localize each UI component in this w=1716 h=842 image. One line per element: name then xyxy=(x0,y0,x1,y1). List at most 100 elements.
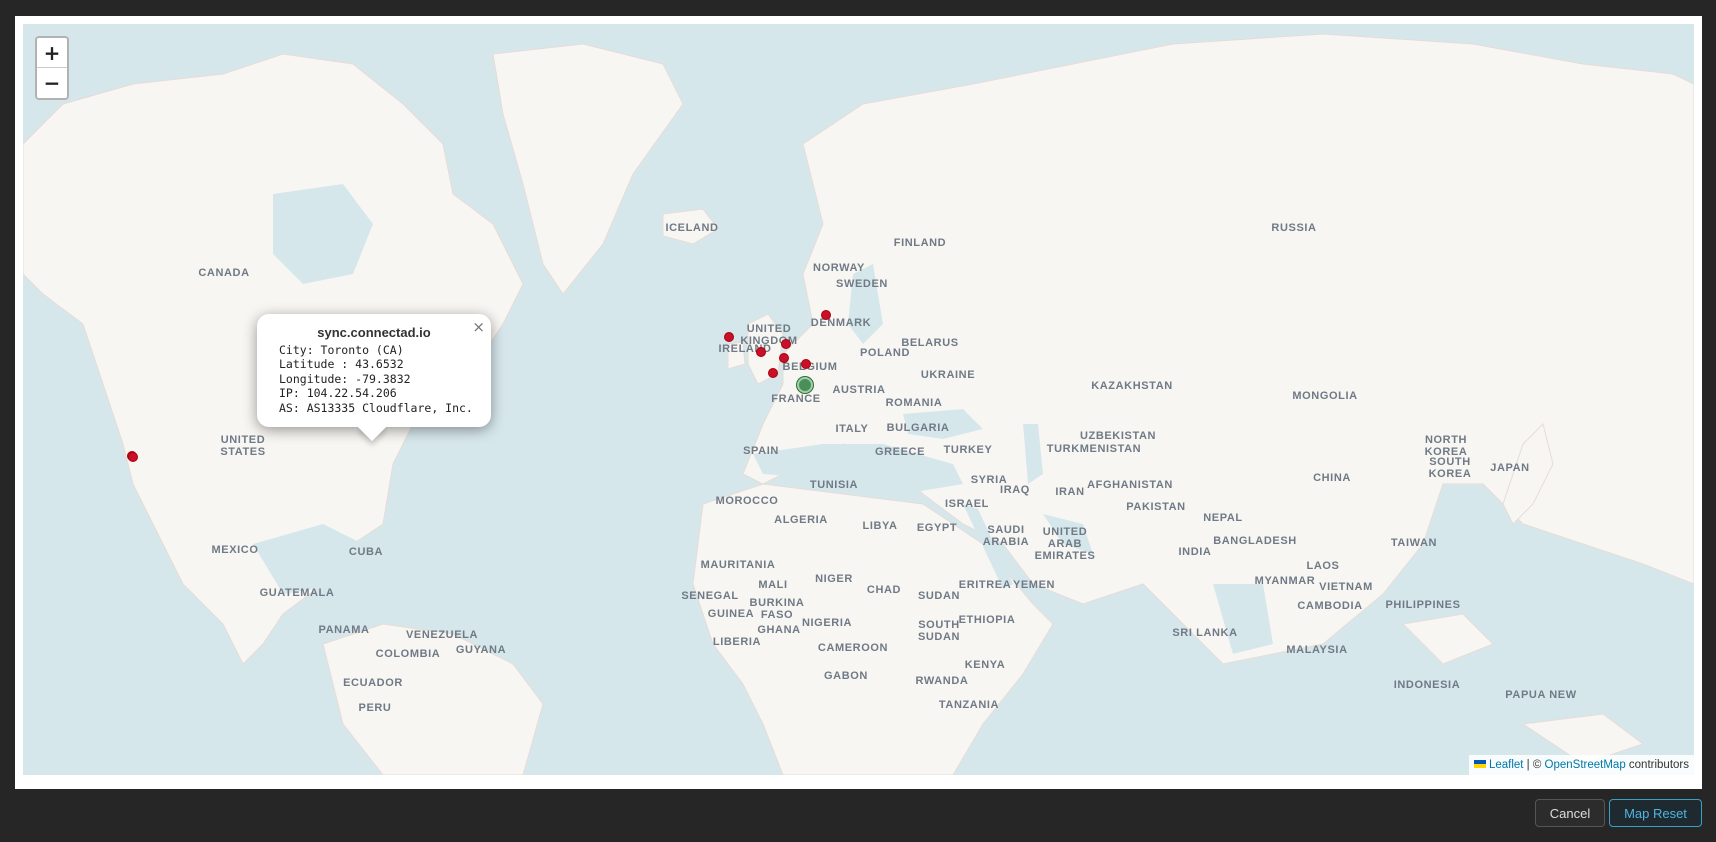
country-label: YEMEN xyxy=(1012,579,1056,591)
country-label: NIGERIA xyxy=(801,617,853,629)
country-label: KENYA xyxy=(964,659,1006,671)
country-label: SWEDEN xyxy=(836,278,888,290)
ukraine-flag-icon xyxy=(1473,759,1486,768)
country-label: VIETNAM xyxy=(1319,581,1373,593)
country-label: AUSTRIA xyxy=(832,384,886,396)
country-label: PAKISTAN xyxy=(1126,501,1186,513)
country-label: VENEZUELA xyxy=(405,629,479,641)
country-label: UNITED ARAB EMIRATES xyxy=(1034,526,1096,562)
home-location-marker[interactable] xyxy=(797,377,813,393)
country-label: MAURITANIA xyxy=(700,559,776,571)
country-label: INDIA xyxy=(1178,546,1212,558)
country-label: UZBEKISTAN xyxy=(1079,430,1157,442)
country-label: RWANDA xyxy=(915,675,969,687)
country-label: BURKINA FASO xyxy=(749,597,805,621)
country-label: FINLAND xyxy=(893,237,947,249)
country-label: PHILIPPINES xyxy=(1385,599,1461,611)
country-label: PAPUA NEW xyxy=(1505,689,1577,701)
country-label: SOUTH KOREA xyxy=(1428,456,1472,480)
country-label: FRANCE xyxy=(771,393,821,405)
close-icon[interactable]: × xyxy=(472,318,485,336)
location-popup: sync.connectad.io × City: Toronto (CA) L… xyxy=(257,314,491,442)
country-label: TURKMENISTAN xyxy=(1046,443,1142,455)
country-label: SRI LANKA xyxy=(1172,627,1238,639)
zoom-in-button[interactable]: + xyxy=(37,38,67,68)
country-label: MALAYSIA xyxy=(1286,644,1348,656)
country-label: MONGOLIA xyxy=(1292,390,1358,402)
country-label: GUINEA xyxy=(707,608,755,620)
country-label: NIGER xyxy=(815,573,853,585)
country-label: SPAIN xyxy=(743,445,779,457)
country-label: UKRAINE xyxy=(920,369,976,381)
country-label: ICELAND xyxy=(665,222,719,234)
cancel-button[interactable]: Cancel xyxy=(1535,799,1605,827)
country-label: BULGARIA xyxy=(886,422,950,434)
country-label: ISRAEL xyxy=(945,498,989,510)
country-label: EGYPT xyxy=(916,522,958,534)
popup-longitude: Longitude: -79.3832 xyxy=(279,371,411,386)
country-label: CHAD xyxy=(866,584,902,596)
zoom-control: + − xyxy=(35,36,69,100)
attribution-separator: | © xyxy=(1523,759,1545,771)
openstreetmap-link[interactable]: OpenStreetMap xyxy=(1545,759,1626,771)
country-label: AFGHANISTAN xyxy=(1087,479,1173,491)
world-map[interactable]: CANADA UNITED STATES MEXICO CUBA GUATEMALA PA… xyxy=(23,24,1694,775)
country-label: MALI xyxy=(758,579,788,591)
popup-city: City: Toronto (CA) xyxy=(279,343,404,357)
country-label: SUDAN xyxy=(917,590,961,602)
leaflet-link[interactable]: Leaflet xyxy=(1489,759,1524,771)
country-label: LIBYA xyxy=(862,520,898,532)
country-label: MEXICO xyxy=(211,544,259,556)
country-label: LAOS xyxy=(1306,560,1340,572)
map-frame: CANADA UNITED STATES MEXICO CUBA GUATEMALA PA… xyxy=(15,16,1702,789)
country-label: PANAMA xyxy=(318,624,370,636)
country-label: MOROCCO xyxy=(715,495,779,507)
country-label: NORWAY xyxy=(813,262,865,274)
country-label: JAPAN xyxy=(1490,462,1530,474)
country-label: BANGLADESH xyxy=(1213,535,1297,547)
popup-latitude: Latitude : 43.6532 xyxy=(279,357,404,372)
country-label: ETHIOPIA xyxy=(958,614,1016,626)
country-label: GUYANA xyxy=(455,644,507,656)
country-label: CAMBODIA xyxy=(1297,600,1363,612)
popup-title: sync.connectad.io xyxy=(317,325,431,340)
country-label: CHINA xyxy=(1313,472,1351,484)
country-label: ERITREA xyxy=(958,579,1012,591)
country-label: BELARUS xyxy=(901,337,959,349)
country-label: IRAQ xyxy=(1000,484,1030,496)
country-label: MYANMAR xyxy=(1254,575,1316,587)
popup-as: AS: AS13335 Cloudflare, Inc. xyxy=(279,400,473,415)
marker-germany[interactable] xyxy=(801,358,812,369)
country-label: CUBA xyxy=(348,546,384,558)
country-label: IRAN xyxy=(1055,486,1085,498)
zoom-out-button[interactable]: − xyxy=(37,68,67,98)
country-label: INDONESIA xyxy=(1393,679,1461,691)
map-reset-button[interactable]: Map Reset xyxy=(1609,799,1702,827)
country-label: UNITED STATES xyxy=(220,434,266,458)
country-label: RUSSIA xyxy=(1271,222,1317,234)
country-label: SOUTH SUDAN xyxy=(917,619,961,643)
country-label: GHANA xyxy=(757,624,801,636)
country-label: CAMEROON xyxy=(817,642,889,654)
country-label: ECUADOR xyxy=(343,677,403,689)
country-label: DENMARK xyxy=(810,317,872,329)
country-label: SENEGAL xyxy=(681,590,739,602)
country-label: NORTH KOREA xyxy=(1424,434,1468,458)
country-label: SAUDI ARABIA xyxy=(982,524,1030,548)
marker-brussels[interactable] xyxy=(778,352,789,363)
country-label: CANADA xyxy=(198,267,250,279)
popup-details: City: Toronto (CA) Latitude : 43.6532 Lo… xyxy=(279,343,473,415)
marker-denmark[interactable] xyxy=(821,309,832,320)
country-label: TUNISIA xyxy=(809,479,859,491)
country-label: TANZANIA xyxy=(938,699,1000,711)
map-modal: CANADA UNITED STATES MEXICO CUBA GUATEMALA PA… xyxy=(0,0,1716,842)
marker-london[interactable] xyxy=(755,346,766,357)
country-label: GUATEMALA xyxy=(259,587,335,599)
country-label: GREECE xyxy=(874,446,926,458)
marker-california-2[interactable] xyxy=(127,451,138,462)
country-label: TAIWAN xyxy=(1390,537,1438,549)
country-label: ROMANIA xyxy=(885,397,943,409)
marker-ireland[interactable] xyxy=(723,331,734,342)
country-label: PERU xyxy=(358,702,392,714)
country-label: COLOMBIA xyxy=(375,648,441,660)
